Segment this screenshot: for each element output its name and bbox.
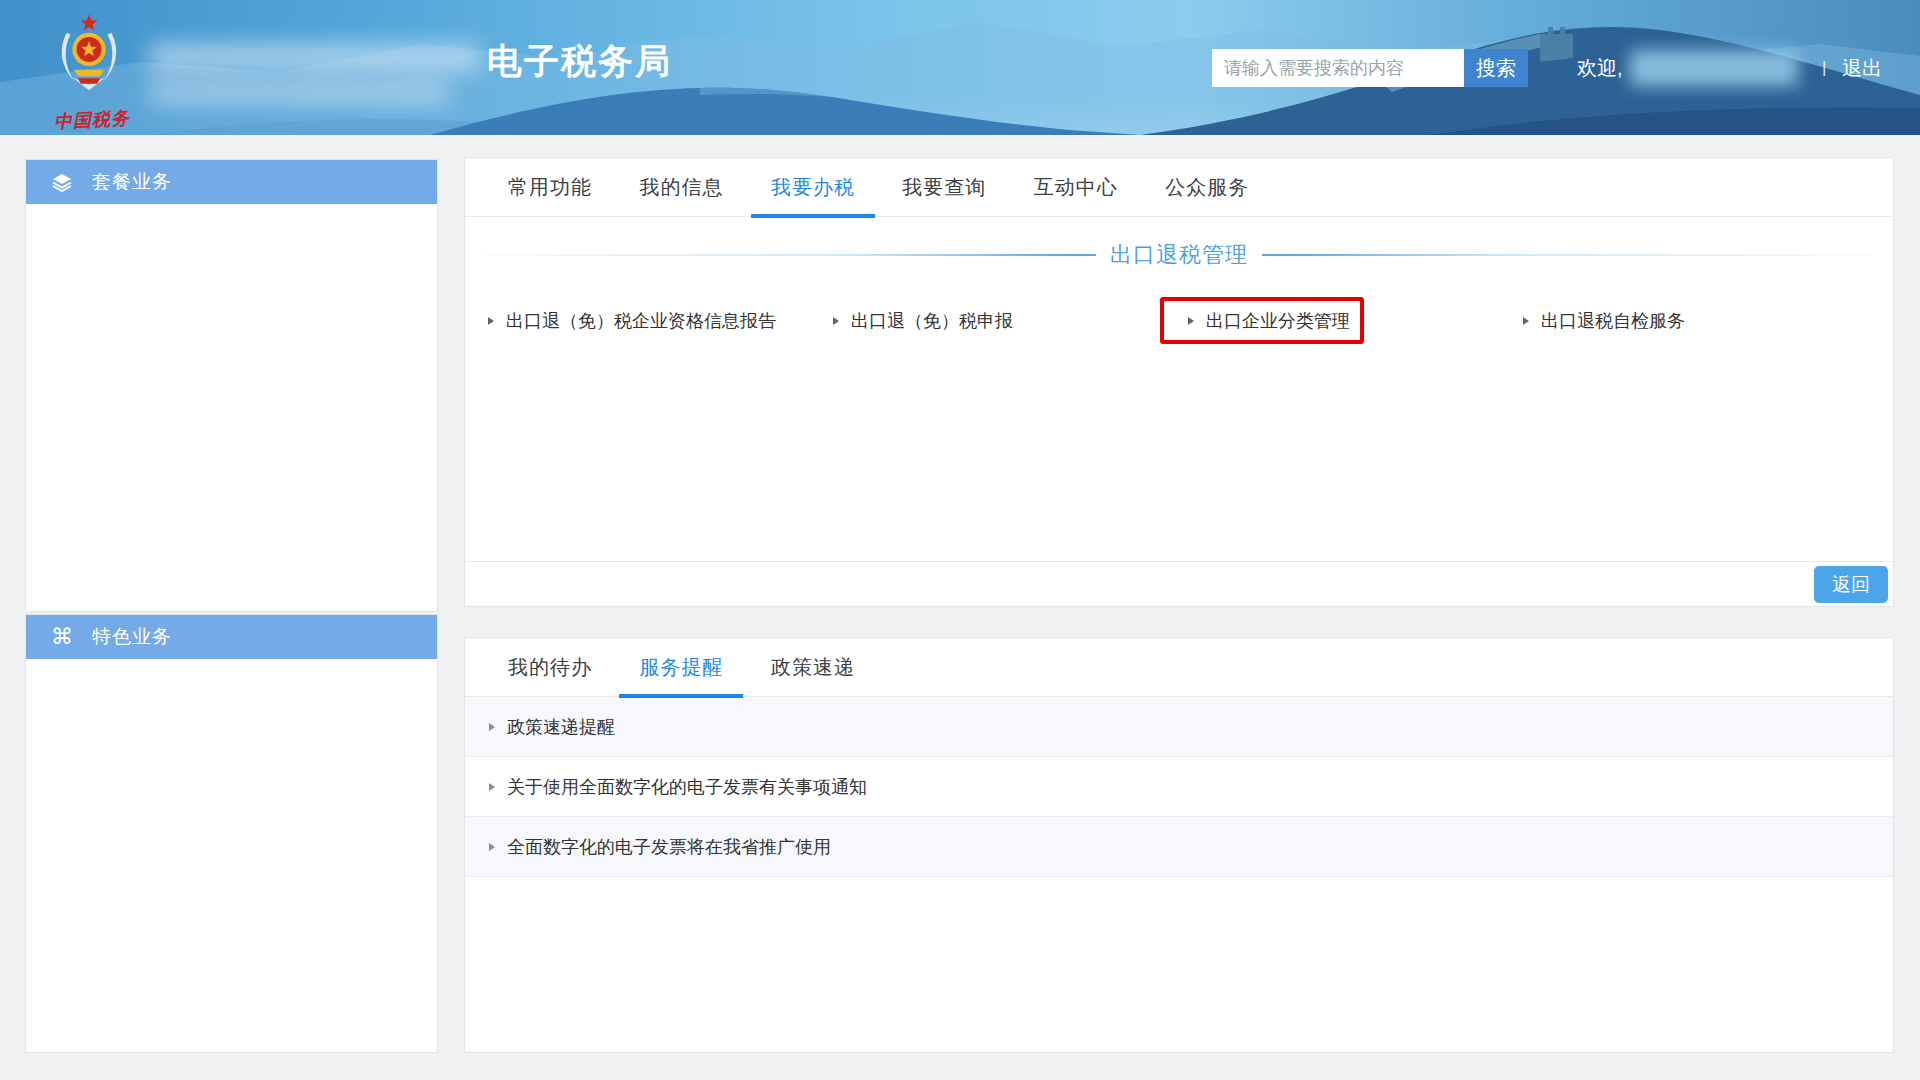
header-divider: | (1822, 49, 1826, 87)
section-title-row: 出口退税管理 (465, 243, 1893, 267)
header: 中国税务 电子税务局 搜索 欢迎, | 退出 (0, 0, 1920, 135)
tab-tax-handling[interactable]: 我要办税 (751, 158, 875, 217)
menu-item: 出口退税自检服务 (1523, 297, 1868, 344)
tax-bureau-logo (52, 6, 126, 104)
tab-public-service[interactable]: 公众服务 (1145, 158, 1269, 217)
link-export-self-check-service[interactable]: 出口退税自检服务 (1523, 309, 1685, 333)
panel-footer: 返回 (465, 561, 1893, 606)
org-name-redacted (150, 44, 480, 105)
arrow-right-icon (489, 843, 495, 851)
tab-common-functions[interactable]: 常用功能 (488, 158, 612, 217)
main-panel: 常用功能 我的信息 我要办税 我要查询 互动中心 公众服务 出口退税管理 出口退… (464, 157, 1894, 607)
logout-link[interactable]: 退出 (1842, 49, 1882, 87)
header-search: 搜索 (1212, 49, 1528, 87)
sidebar-section-featured: ⌘ 特色业务 (25, 614, 438, 1053)
menu-item: 出口退（免）税申报 (833, 297, 1178, 344)
sidebar-header-packages[interactable]: 套餐业务 (26, 160, 437, 204)
arrow-right-icon (1523, 317, 1529, 325)
arrow-right-icon (833, 317, 839, 325)
highlight-red-box: 出口企业分类管理 (1160, 297, 1364, 344)
notice-item[interactable]: 全面数字化的电子发票将在我省推广使用 (465, 817, 1893, 877)
sidebar-header-label: 套餐业务 (92, 169, 172, 195)
title-line-right (1262, 254, 1873, 256)
notice-item[interactable]: 政策速递提醒 (465, 697, 1893, 757)
search-input[interactable] (1212, 49, 1464, 87)
tab-inquiry[interactable]: 我要查询 (882, 158, 1006, 217)
link-export-enterprise-classification[interactable]: 出口企业分类管理 (1188, 309, 1350, 333)
sidebar-header-label: 特色业务 (92, 624, 172, 650)
arrow-right-icon (1188, 317, 1194, 325)
link-export-qualification-report[interactable]: 出口退（免）税企业资格信息报告 (488, 309, 776, 333)
arrow-right-icon (488, 317, 494, 325)
sidebar-section-packages: 套餐业务 (25, 159, 438, 612)
title-line-left (485, 254, 1096, 256)
tab-service-reminder[interactable]: 服务提醒 (619, 638, 743, 697)
command-icon: ⌘ (52, 627, 72, 647)
section-title: 出口退税管理 (1096, 240, 1262, 270)
search-button[interactable]: 搜索 (1464, 49, 1528, 87)
page: 中国税务 电子税务局 搜索 欢迎, | 退出 套餐业务 (0, 0, 1920, 1080)
notice-item[interactable]: 关于使用全面数字化的电子发票有关事项通知 (465, 757, 1893, 817)
welcome-label: 欢迎, (1577, 49, 1623, 87)
app-title: 电子税务局 (487, 38, 672, 85)
menu-item: 出口企业分类管理 (1178, 297, 1523, 344)
username-redacted (1630, 50, 1798, 86)
arrow-right-icon (489, 723, 495, 731)
main-tabs: 常用功能 我的信息 我要办税 我要查询 互动中心 公众服务 (465, 158, 1893, 217)
tab-my-info[interactable]: 我的信息 (619, 158, 743, 217)
arrow-right-icon (489, 783, 495, 791)
back-button[interactable]: 返回 (1814, 566, 1888, 603)
export-links-row: 出口退（免）税企业资格信息报告 出口退（免）税申报 出口企业分类管理 (465, 297, 1893, 344)
link-export-tax-declaration[interactable]: 出口退（免）税申报 (833, 309, 1013, 333)
notices-tabs: 我的待办 服务提醒 政策速递 (465, 638, 1893, 697)
tab-policy-express[interactable]: 政策速递 (751, 638, 875, 697)
layers-icon (52, 172, 72, 192)
sidebar-header-featured[interactable]: ⌘ 特色业务 (26, 615, 437, 659)
menu-item: 出口退（免）税企业资格信息报告 (488, 297, 833, 344)
tab-interaction-center[interactable]: 互动中心 (1014, 158, 1138, 217)
notices-panel: 我的待办 服务提醒 政策速递 政策速递提醒 关于使用全面数字化的电子发票有关事项… (464, 637, 1894, 1053)
tab-my-todo[interactable]: 我的待办 (488, 638, 612, 697)
